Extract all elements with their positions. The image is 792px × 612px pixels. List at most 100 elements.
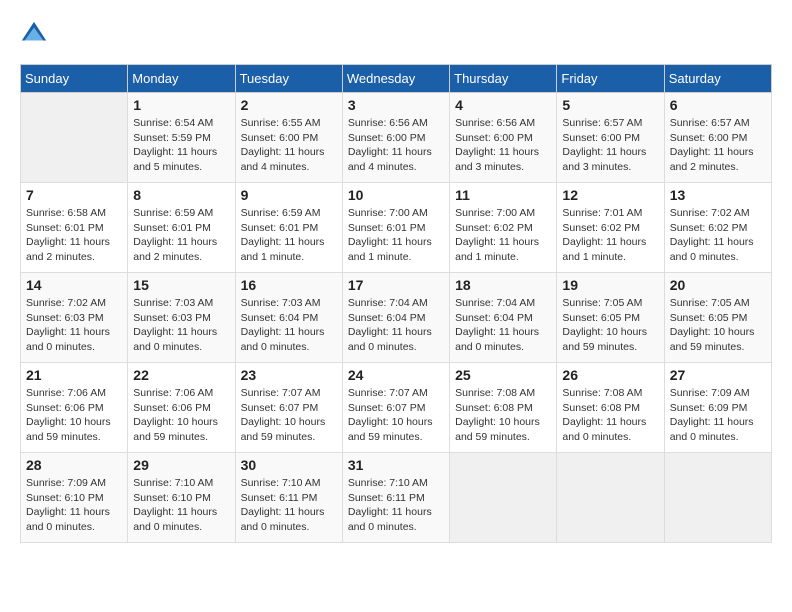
week-row-2: 7 Sunrise: 6:58 AM Sunset: 6:01 PM Daylig… xyxy=(21,183,772,273)
column-headers: SundayMondayTuesdayWednesdayThursdayFrid… xyxy=(21,65,772,93)
day-cell: 11 Sunrise: 7:00 AM Sunset: 6:02 PM Dayli… xyxy=(450,183,557,273)
day-info: Sunrise: 6:56 AM Sunset: 6:00 PM Dayligh… xyxy=(348,116,444,175)
day-info: Sunrise: 6:55 AM Sunset: 6:00 PM Dayligh… xyxy=(241,116,337,175)
column-header-monday: Monday xyxy=(128,65,235,93)
week-row-4: 21 Sunrise: 7:06 AM Sunset: 6:06 PM Dayli… xyxy=(21,363,772,453)
day-number: 2 xyxy=(241,97,337,113)
day-info: Sunrise: 7:05 AM Sunset: 6:05 PM Dayligh… xyxy=(670,296,766,355)
day-info: Sunrise: 7:02 AM Sunset: 6:02 PM Dayligh… xyxy=(670,206,766,265)
day-cell: 19 Sunrise: 7:05 AM Sunset: 6:05 PM Dayli… xyxy=(557,273,664,363)
header xyxy=(20,20,772,48)
day-cell: 14 Sunrise: 7:02 AM Sunset: 6:03 PM Dayli… xyxy=(21,273,128,363)
column-header-tuesday: Tuesday xyxy=(235,65,342,93)
day-cell xyxy=(664,453,771,543)
day-cell: 28 Sunrise: 7:09 AM Sunset: 6:10 PM Dayli… xyxy=(21,453,128,543)
day-number: 29 xyxy=(133,457,229,473)
day-number: 1 xyxy=(133,97,229,113)
day-info: Sunrise: 7:00 AM Sunset: 6:01 PM Dayligh… xyxy=(348,206,444,265)
day-cell: 24 Sunrise: 7:07 AM Sunset: 6:07 PM Dayli… xyxy=(342,363,449,453)
day-number: 8 xyxy=(133,187,229,203)
column-header-thursday: Thursday xyxy=(450,65,557,93)
day-cell: 9 Sunrise: 6:59 AM Sunset: 6:01 PM Daylig… xyxy=(235,183,342,273)
day-cell: 29 Sunrise: 7:10 AM Sunset: 6:10 PM Dayli… xyxy=(128,453,235,543)
day-cell: 4 Sunrise: 6:56 AM Sunset: 6:00 PM Daylig… xyxy=(450,93,557,183)
day-info: Sunrise: 6:56 AM Sunset: 6:00 PM Dayligh… xyxy=(455,116,551,175)
day-cell: 17 Sunrise: 7:04 AM Sunset: 6:04 PM Dayli… xyxy=(342,273,449,363)
day-cell: 7 Sunrise: 6:58 AM Sunset: 6:01 PM Daylig… xyxy=(21,183,128,273)
day-cell: 13 Sunrise: 7:02 AM Sunset: 6:02 PM Dayli… xyxy=(664,183,771,273)
day-number: 18 xyxy=(455,277,551,293)
day-info: Sunrise: 7:03 AM Sunset: 6:03 PM Dayligh… xyxy=(133,296,229,355)
day-info: Sunrise: 7:09 AM Sunset: 6:09 PM Dayligh… xyxy=(670,386,766,445)
day-number: 16 xyxy=(241,277,337,293)
day-cell: 26 Sunrise: 7:08 AM Sunset: 6:08 PM Dayli… xyxy=(557,363,664,453)
day-number: 20 xyxy=(670,277,766,293)
day-number: 11 xyxy=(455,187,551,203)
day-number: 28 xyxy=(26,457,122,473)
day-cell: 16 Sunrise: 7:03 AM Sunset: 6:04 PM Dayli… xyxy=(235,273,342,363)
day-number: 27 xyxy=(670,367,766,383)
day-number: 13 xyxy=(670,187,766,203)
day-cell: 10 Sunrise: 7:00 AM Sunset: 6:01 PM Dayli… xyxy=(342,183,449,273)
day-info: Sunrise: 7:07 AM Sunset: 6:07 PM Dayligh… xyxy=(348,386,444,445)
day-number: 24 xyxy=(348,367,444,383)
day-info: Sunrise: 7:06 AM Sunset: 6:06 PM Dayligh… xyxy=(133,386,229,445)
day-info: Sunrise: 6:59 AM Sunset: 6:01 PM Dayligh… xyxy=(133,206,229,265)
day-number: 17 xyxy=(348,277,444,293)
day-info: Sunrise: 6:57 AM Sunset: 6:00 PM Dayligh… xyxy=(670,116,766,175)
day-cell: 5 Sunrise: 6:57 AM Sunset: 6:00 PM Daylig… xyxy=(557,93,664,183)
day-info: Sunrise: 6:58 AM Sunset: 6:01 PM Dayligh… xyxy=(26,206,122,265)
day-number: 9 xyxy=(241,187,337,203)
day-cell: 6 Sunrise: 6:57 AM Sunset: 6:00 PM Daylig… xyxy=(664,93,771,183)
day-info: Sunrise: 6:54 AM Sunset: 5:59 PM Dayligh… xyxy=(133,116,229,175)
day-info: Sunrise: 7:03 AM Sunset: 6:04 PM Dayligh… xyxy=(241,296,337,355)
day-number: 23 xyxy=(241,367,337,383)
day-number: 22 xyxy=(133,367,229,383)
day-cell: 31Sunrise: 7:10 AM Sunset: 6:11 PM Dayli… xyxy=(342,453,449,543)
day-cell: 2 Sunrise: 6:55 AM Sunset: 6:00 PM Daylig… xyxy=(235,93,342,183)
day-number: 31 xyxy=(348,457,444,473)
day-number: 15 xyxy=(133,277,229,293)
day-info: Sunrise: 7:08 AM Sunset: 6:08 PM Dayligh… xyxy=(562,386,658,445)
day-number: 21 xyxy=(26,367,122,383)
day-info: Sunrise: 6:59 AM Sunset: 6:01 PM Dayligh… xyxy=(241,206,337,265)
day-info: Sunrise: 6:57 AM Sunset: 6:00 PM Dayligh… xyxy=(562,116,658,175)
day-number: 14 xyxy=(26,277,122,293)
day-number: 5 xyxy=(562,97,658,113)
day-number: 7 xyxy=(26,187,122,203)
day-info: Sunrise: 7:00 AM Sunset: 6:02 PM Dayligh… xyxy=(455,206,551,265)
day-cell: 8 Sunrise: 6:59 AM Sunset: 6:01 PM Daylig… xyxy=(128,183,235,273)
column-header-sunday: Sunday xyxy=(21,65,128,93)
column-header-wednesday: Wednesday xyxy=(342,65,449,93)
day-number: 6 xyxy=(670,97,766,113)
day-info: Sunrise: 7:01 AM Sunset: 6:02 PM Dayligh… xyxy=(562,206,658,265)
day-info: Sunrise: 7:10 AM Sunset: 6:11 PM Dayligh… xyxy=(241,476,337,535)
day-cell: 22 Sunrise: 7:06 AM Sunset: 6:06 PM Dayli… xyxy=(128,363,235,453)
week-row-5: 28 Sunrise: 7:09 AM Sunset: 6:10 PM Dayli… xyxy=(21,453,772,543)
day-cell: 20 Sunrise: 7:05 AM Sunset: 6:05 PM Dayli… xyxy=(664,273,771,363)
day-info: Sunrise: 7:02 AM Sunset: 6:03 PM Dayligh… xyxy=(26,296,122,355)
day-info: Sunrise: 7:10 AM Sunset: 6:10 PM Dayligh… xyxy=(133,476,229,535)
day-cell xyxy=(21,93,128,183)
day-info: Sunrise: 7:09 AM Sunset: 6:10 PM Dayligh… xyxy=(26,476,122,535)
day-info: Sunrise: 7:07 AM Sunset: 6:07 PM Dayligh… xyxy=(241,386,337,445)
day-number: 25 xyxy=(455,367,551,383)
day-number: 10 xyxy=(348,187,444,203)
day-info: Sunrise: 7:04 AM Sunset: 6:04 PM Dayligh… xyxy=(348,296,444,355)
day-cell: 27 Sunrise: 7:09 AM Sunset: 6:09 PM Dayli… xyxy=(664,363,771,453)
week-row-3: 14 Sunrise: 7:02 AM Sunset: 6:03 PM Dayli… xyxy=(21,273,772,363)
day-number: 30 xyxy=(241,457,337,473)
day-cell: 18 Sunrise: 7:04 AM Sunset: 6:04 PM Dayli… xyxy=(450,273,557,363)
day-info: Sunrise: 7:08 AM Sunset: 6:08 PM Dayligh… xyxy=(455,386,551,445)
day-info: Sunrise: 7:06 AM Sunset: 6:06 PM Dayligh… xyxy=(26,386,122,445)
day-info: Sunrise: 7:04 AM Sunset: 6:04 PM Dayligh… xyxy=(455,296,551,355)
logo-icon xyxy=(20,20,48,48)
day-number: 12 xyxy=(562,187,658,203)
logo xyxy=(20,20,52,48)
day-number: 4 xyxy=(455,97,551,113)
day-number: 19 xyxy=(562,277,658,293)
day-info: Sunrise: 7:05 AM Sunset: 6:05 PM Dayligh… xyxy=(562,296,658,355)
day-number: 26 xyxy=(562,367,658,383)
day-cell: 30 Sunrise: 7:10 AM Sunset: 6:11 PM Dayli… xyxy=(235,453,342,543)
column-header-saturday: Saturday xyxy=(664,65,771,93)
